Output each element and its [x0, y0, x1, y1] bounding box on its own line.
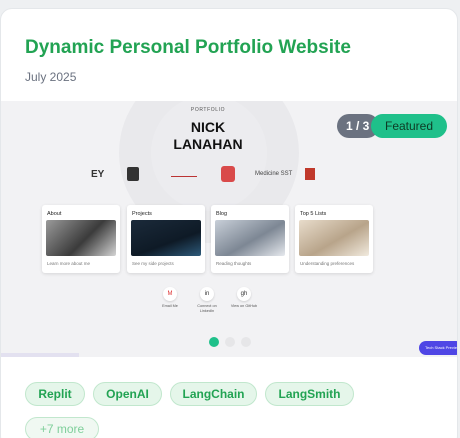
portrait-image	[46, 220, 116, 256]
mini-card-title: Blog	[216, 211, 228, 217]
medicine-logo: Medicine SST	[255, 171, 293, 177]
mini-card-caption: Understanding preferences	[300, 261, 355, 266]
linkedin-icon: in	[200, 287, 214, 301]
tag-langchain[interactable]: LangChain	[170, 382, 257, 406]
hero-kicker: PORTFOLIO	[190, 107, 226, 113]
featured-badge: Featured	[371, 114, 447, 138]
preview-divider	[1, 353, 79, 357]
contact-email[interactable]: M Email Me	[153, 287, 187, 309]
mini-card-about[interactable]: About Learn more about me	[42, 205, 120, 273]
writing-image	[299, 220, 369, 256]
sc-logo	[305, 168, 315, 180]
tag-openai[interactable]: OpenAI	[93, 382, 162, 406]
project-date: July 2025	[25, 70, 77, 84]
mini-card-title: Top 5 Lists	[300, 211, 327, 217]
mini-card-top5[interactable]: Top 5 Lists Understanding preferences	[295, 205, 373, 273]
image-carousel[interactable]: PORTFOLIO NICK LANAHAN 1 / 3 Featured EY…	[1, 101, 457, 357]
project-title[interactable]: Dynamic Personal Portfolio Website	[25, 37, 351, 59]
carousel-dots	[207, 336, 255, 348]
corner-pill[interactable]: Tech Stack Preview	[419, 341, 457, 355]
contact-linkedin[interactable]: in Connect on LinkedIn	[190, 287, 224, 314]
contact-label: View on GitHub	[230, 304, 258, 308]
github-icon: gh	[237, 287, 251, 301]
mini-card-caption: Reading thoughts	[216, 261, 252, 266]
mini-card-projects[interactable]: Projects See my side projects	[127, 205, 205, 273]
clemson-logo	[171, 169, 197, 177]
hero-name-last: LANAHAN	[173, 136, 243, 152]
hd-logo	[221, 166, 235, 182]
logo-strip: EY Medicine SST	[89, 165, 329, 187]
mini-card-caption: Learn more about me	[47, 261, 91, 266]
more-tags-button[interactable]: +7 more	[25, 417, 99, 438]
army-logo	[127, 167, 139, 181]
carousel-dot-2[interactable]	[225, 337, 235, 347]
contact-github[interactable]: gh View on GitHub	[227, 287, 261, 309]
mini-card-caption: See my side projects	[132, 261, 174, 266]
tag-replit[interactable]: Replit	[25, 382, 85, 406]
gmail-icon: M	[163, 287, 177, 301]
mini-card-title: About	[47, 211, 62, 217]
contact-label: Connect on LinkedIn	[197, 304, 217, 313]
mini-card-blog[interactable]: Blog Reading thoughts	[211, 205, 289, 273]
carousel-dot-1[interactable]	[209, 337, 219, 347]
code-screen-image	[131, 220, 201, 256]
laptop-image	[215, 220, 285, 256]
project-card[interactable]: Dynamic Personal Portfolio Website July …	[0, 8, 458, 438]
contact-label: Email Me	[162, 304, 178, 308]
mini-card-title: Projects	[132, 211, 152, 217]
carousel-dot-3[interactable]	[241, 337, 251, 347]
tag-langsmith[interactable]: LangSmith	[265, 382, 354, 406]
ey-logo: EY	[91, 169, 105, 180]
